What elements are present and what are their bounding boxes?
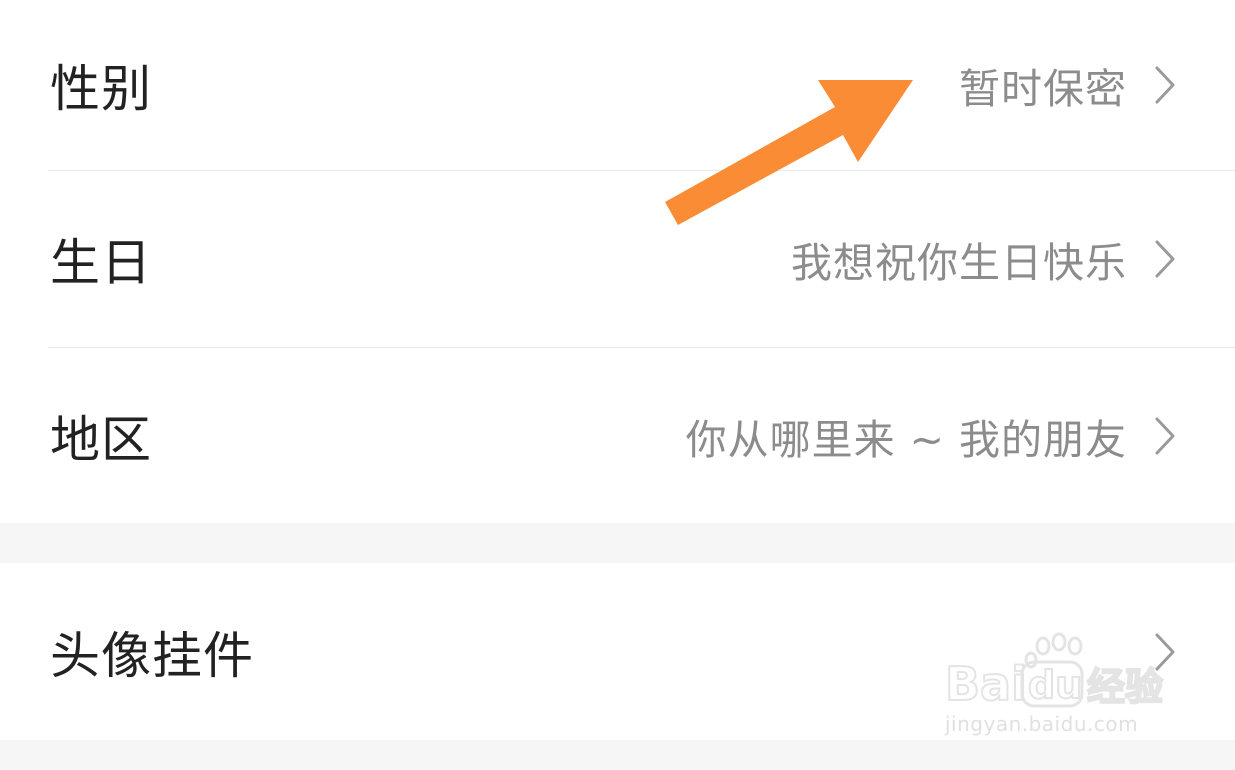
gender-label: 性别 (50, 60, 152, 118)
chevron-right-icon (1155, 417, 1175, 455)
avatar-pendant-label: 头像挂件 (50, 626, 254, 685)
avatar-pendant-row[interactable]: 头像挂件 (0, 563, 1235, 740)
region-value: 你从哪里来 ~ 我的朋友 (685, 415, 1127, 464)
gender-row[interactable]: 性别 暂时保密 (0, 0, 1235, 170)
birthday-row[interactable]: 生日 我想祝你生日快乐 (0, 171, 1235, 347)
chevron-right-icon (1155, 633, 1175, 671)
gender-value: 暂时保密 (959, 65, 1127, 113)
chevron-right-icon (1155, 66, 1175, 104)
birthday-label: 生日 (50, 234, 152, 292)
profile-settings-page: 性别 暂时保密 生日 我想祝你生日快乐 地区 你从哪里来 ~ 我的朋友 头像挂件… (0, 0, 1235, 770)
profile-info-group: 性别 暂时保密 生日 我想祝你生日快乐 地区 你从哪里来 ~ 我的朋友 (0, 0, 1235, 523)
birthday-value: 我想祝你生日快乐 (791, 239, 1127, 287)
region-label: 地区 (50, 410, 152, 469)
chevron-right-icon (1155, 240, 1175, 278)
region-row[interactable]: 地区 你从哪里来 ~ 我的朋友 (0, 348, 1235, 523)
avatar-pendant-group: 头像挂件 (0, 563, 1235, 740)
